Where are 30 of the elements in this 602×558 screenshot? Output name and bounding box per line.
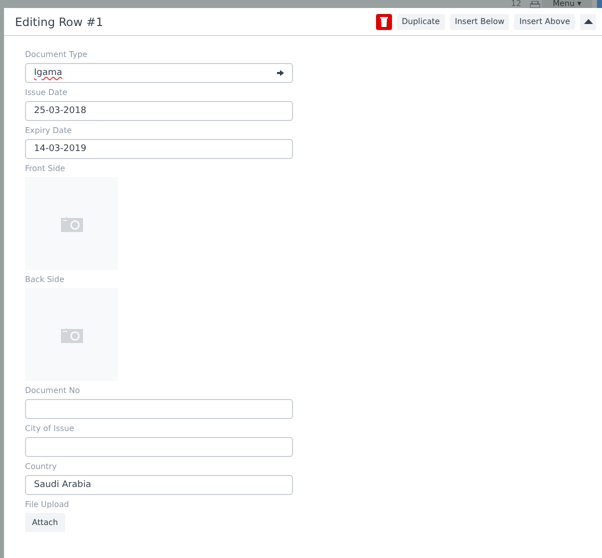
field-label: Front Side [25, 163, 66, 175]
input-field[interactable]: Saudi Arabia [25, 475, 293, 495]
field-label: File Upload [25, 499, 70, 511]
camera-icon [60, 216, 82, 232]
arrow-icon[interactable] [277, 70, 284, 76]
field-label: City of Issue [25, 423, 76, 435]
field-label: Expiry Date [25, 125, 73, 137]
menu-button[interactable]: Menu ▾ [542, 0, 592, 8]
camera-icon [60, 326, 82, 342]
count-label: 12 [511, 0, 522, 8]
caret-icon [584, 19, 592, 24]
attach-button[interactable]: Attach [25, 513, 65, 532]
input-field[interactable]: 14-03-2019 [25, 139, 293, 159]
collapse-button[interactable] [580, 14, 596, 30]
action-button[interactable]: Insert Below [450, 14, 510, 30]
input-field[interactable] [25, 437, 293, 457]
action-button[interactable]: Duplicate [396, 14, 445, 30]
field-label: Back Side [25, 274, 66, 286]
link-field[interactable]: Igama [25, 63, 293, 83]
trash-icon [380, 16, 388, 27]
input-field[interactable] [25, 399, 293, 419]
field-label: Document No [25, 385, 81, 397]
input-field[interactable]: 25-03-2018 [25, 101, 293, 121]
field-label: Country [25, 461, 58, 473]
action-button[interactable]: Insert Above [514, 14, 575, 30]
field-label: Issue Date [25, 87, 68, 99]
delete-button[interactable] [376, 14, 392, 30]
printer-icon[interactable] [530, 1, 540, 8]
field-label: Document Type [25, 49, 88, 61]
dialog-title: Editing Row #1 [15, 14, 104, 28]
